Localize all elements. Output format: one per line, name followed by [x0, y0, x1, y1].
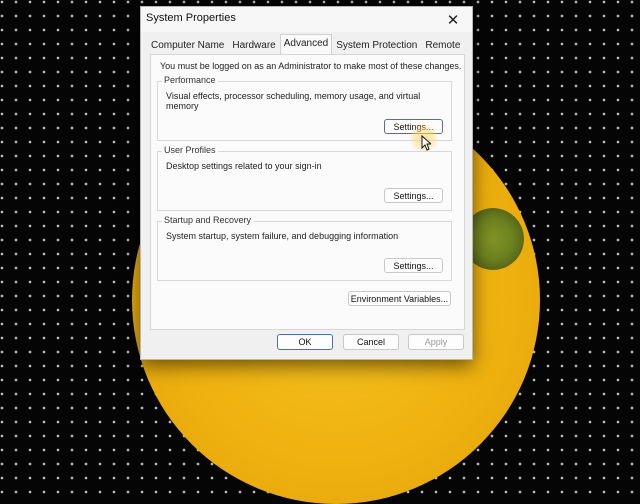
- tab-hardware[interactable]: Hardware: [228, 36, 279, 56]
- startup-recovery-title: Startup and Recovery: [162, 215, 254, 225]
- startup-recovery-group: Startup and Recovery System startup, sys…: [157, 215, 452, 281]
- environment-variables-button[interactable]: Environment Variables...: [348, 291, 451, 306]
- tab-bar: Computer Name Hardware Advanced System P…: [147, 34, 464, 56]
- user-profiles-group: User Profiles Desktop settings related t…: [157, 145, 452, 211]
- advanced-tab-panel: You must be logged on as an Administrato…: [150, 54, 465, 330]
- startup-recovery-description: System startup, system failure, and debu…: [166, 231, 399, 241]
- cancel-button[interactable]: Cancel: [343, 334, 399, 350]
- dialog-title: System Properties: [146, 12, 236, 24]
- startup-recovery-settings-button[interactable]: Settings...: [384, 258, 443, 273]
- ok-button[interactable]: OK: [277, 334, 333, 350]
- titlebar: System Properties ✕: [141, 7, 472, 32]
- system-properties-dialog: System Properties ✕ Computer Name Hardwa…: [140, 6, 473, 360]
- mouse-pointer-icon: [421, 135, 431, 151]
- close-icon: ✕: [446, 11, 460, 29]
- close-button[interactable]: ✕: [438, 8, 468, 31]
- tab-system-protection[interactable]: System Protection: [332, 36, 421, 56]
- performance-description: Visual effects, processor scheduling, me…: [166, 91, 421, 111]
- admin-notice: You must be logged on as an Administrato…: [160, 61, 462, 71]
- apply-button[interactable]: Apply: [408, 334, 464, 350]
- user-profiles-title: User Profiles: [162, 145, 218, 155]
- tab-computer-name[interactable]: Computer Name: [147, 36, 228, 56]
- user-profiles-settings-button[interactable]: Settings...: [384, 188, 443, 203]
- performance-title: Performance: [162, 75, 218, 85]
- tab-remote[interactable]: Remote: [421, 36, 464, 56]
- tab-advanced[interactable]: Advanced: [279, 34, 333, 56]
- user-profiles-description: Desktop settings related to your sign-in: [166, 161, 322, 171]
- performance-group: Performance Visual effects, processor sc…: [157, 75, 452, 141]
